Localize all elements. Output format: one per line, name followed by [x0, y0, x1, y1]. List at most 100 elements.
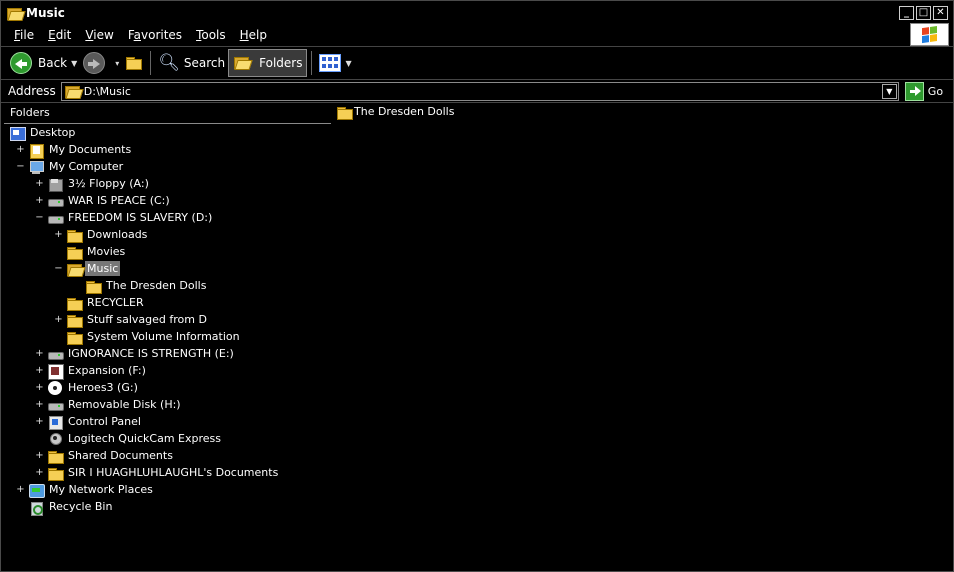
tree-item-label: IGNORANCE IS STRENGTH (E:) — [68, 347, 234, 360]
folder-icon — [47, 466, 64, 481]
folder-open-icon — [64, 84, 80, 98]
my-documents-icon — [28, 143, 44, 159]
expand-icon[interactable]: + — [16, 141, 25, 158]
tree-item-label: Desktop — [30, 126, 76, 139]
removable-disk-icon — [47, 398, 64, 412]
tree-item-label: Stuff salvaged from D — [87, 313, 207, 326]
tree-item[interactable]: Control Panel — [47, 413, 143, 430]
tree-item[interactable]: RECYCLER — [66, 294, 146, 311]
tree-item-label: Downloads — [87, 228, 148, 241]
tree-item[interactable]: Expansion (F:) — [47, 362, 148, 380]
collapse-icon[interactable]: − — [16, 158, 25, 175]
folder-icon — [85, 279, 102, 294]
tree-item-label: My Network Places — [49, 483, 153, 496]
minimize-button[interactable]: _ — [899, 6, 914, 20]
search-icon: 🔍︎ — [158, 53, 180, 73]
content-item[interactable]: The Dresden Dolls — [336, 103, 454, 120]
title-bar[interactable]: Music _ □ ✕ — [1, 1, 953, 25]
tree-item-label: My Computer — [49, 160, 124, 173]
folders-button[interactable]: Folders — [228, 49, 308, 77]
tree-item[interactable]: Movies — [66, 243, 127, 260]
go-arrow-icon — [904, 81, 924, 101]
back-dropdown-icon[interactable]: ▼ — [71, 59, 77, 68]
menu-file[interactable]: File — [7, 28, 41, 42]
folders-icon — [233, 55, 253, 71]
floppy-drive-icon — [47, 177, 63, 192]
game-disc-icon — [47, 363, 64, 380]
menu-view[interactable]: View — [78, 28, 120, 42]
expand-icon[interactable]: + — [16, 481, 25, 498]
tree-item[interactable]: 3½ Floppy (A:) — [47, 175, 151, 192]
collapse-icon[interactable]: − — [54, 260, 63, 277]
close-button[interactable]: ✕ — [933, 6, 948, 20]
tree-item[interactable]: My Computer — [28, 158, 125, 175]
tree-item[interactable]: IGNORANCE IS STRENGTH (E:) — [47, 345, 236, 362]
expand-icon[interactable]: + — [54, 311, 63, 328]
folder-icon — [66, 296, 83, 311]
tree-item[interactable]: The Dresden Dolls — [85, 277, 208, 294]
tree-item[interactable]: Stuff salvaged from D — [66, 311, 209, 328]
tree-item[interactable]: My Documents — [28, 141, 133, 159]
expand-icon[interactable]: + — [35, 362, 44, 379]
tree-item[interactable]: System Volume Information — [66, 328, 242, 345]
tree-item-label: Movies — [87, 245, 126, 258]
tree-item[interactable]: Recycle Bin — [28, 498, 114, 516]
tree-item-label: Control Panel — [68, 415, 141, 428]
expand-icon[interactable]: + — [35, 192, 44, 209]
tree-item[interactable]: Shared Documents — [47, 447, 175, 464]
address-input[interactable]: D:\Music ▼ — [60, 81, 899, 101]
tree-item[interactable]: SIR I HUAGHLUHLAUGHL's Documents — [47, 464, 280, 481]
tree-item[interactable]: Music — [66, 260, 121, 277]
hard-drive-icon — [47, 211, 64, 225]
up-folder-icon — [125, 55, 143, 71]
folder-icon — [66, 330, 83, 345]
menu-tools[interactable]: Tools — [189, 28, 233, 42]
tree-item-label: 3½ Floppy (A:) — [68, 177, 149, 190]
expand-icon[interactable]: + — [54, 226, 63, 243]
desktop-icon — [9, 126, 26, 141]
tree-item[interactable]: Heroes3 (G:) — [47, 379, 140, 396]
up-folder-button[interactable] — [122, 49, 146, 77]
expand-icon[interactable]: + — [35, 379, 44, 396]
back-label: Back — [38, 56, 68, 70]
expand-icon[interactable]: + — [35, 175, 44, 192]
views-dropdown-icon[interactable]: ▼ — [345, 59, 351, 68]
folders-pane-title: Folders — [4, 104, 331, 124]
expand-icon[interactable]: + — [35, 447, 44, 464]
open-folder-icon — [66, 262, 82, 276]
views-button[interactable]: ▼ — [316, 49, 354, 77]
tree-item[interactable]: WAR IS PEACE (C:) — [47, 192, 172, 209]
expand-icon[interactable]: + — [35, 413, 44, 430]
expand-icon[interactable]: + — [35, 396, 44, 413]
expand-icon[interactable]: + — [35, 345, 44, 362]
toolbar: Back ▼ ▾ 🔍︎ Search Folders ▼ — [1, 47, 953, 79]
window-title: Music — [26, 6, 65, 20]
hard-drive-icon — [47, 347, 64, 361]
go-button[interactable]: Go — [904, 81, 943, 101]
address-dropdown-icon[interactable]: ▼ — [881, 83, 897, 99]
tree-item[interactable]: Downloads — [66, 226, 149, 243]
collapse-icon[interactable]: − — [35, 209, 44, 226]
tree-item[interactable]: My Network Places — [28, 481, 155, 498]
address-bar: Address D:\Music ▼ Go — [1, 80, 953, 102]
maximize-button[interactable]: □ — [916, 6, 931, 20]
expand-icon[interactable]: + — [35, 464, 44, 481]
menu-bar: File Edit View Favorites Tools Help — [1, 25, 953, 45]
tree-item-label: Music — [85, 261, 121, 276]
search-button[interactable]: 🔍︎ Search — [155, 49, 228, 77]
tree-item[interactable]: FREEDOM IS SLAVERY (D:) — [47, 209, 214, 226]
folder-icon — [336, 105, 353, 120]
tree-item[interactable]: Removable Disk (H:) — [47, 396, 183, 413]
menu-edit[interactable]: Edit — [41, 28, 78, 42]
tree-item[interactable]: Desktop — [9, 124, 77, 141]
back-button[interactable]: Back ▼ — [7, 49, 80, 77]
menu-favorites[interactable]: Favorites — [121, 28, 189, 42]
menu-help[interactable]: Help — [233, 28, 274, 42]
tree-item[interactable]: Logitech QuickCam Express — [47, 430, 223, 447]
tree-item-label: The Dresden Dolls — [106, 279, 207, 292]
forward-button[interactable]: ▾ — [80, 49, 122, 77]
folder-icon — [47, 449, 64, 464]
forward-dropdown-icon[interactable]: ▾ — [115, 59, 119, 68]
caption-buttons: _ □ ✕ — [899, 6, 948, 20]
folders-label: Folders — [259, 56, 303, 70]
